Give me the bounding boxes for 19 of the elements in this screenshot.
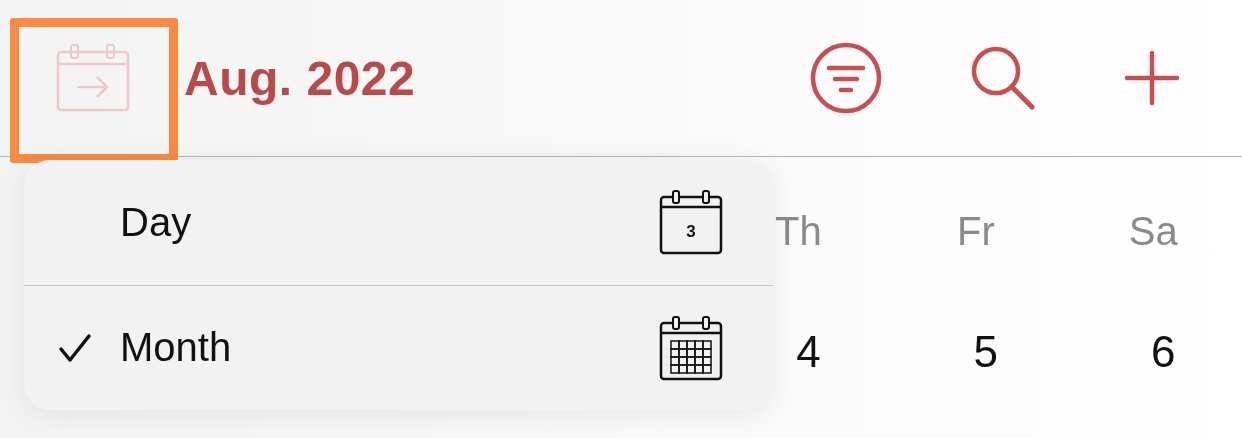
filter-button[interactable] [810,42,882,114]
month-title: Aug. 2022 [184,50,416,106]
search-icon [970,45,1036,111]
date-number[interactable]: 5 [953,327,999,377]
search-button[interactable] [970,45,1036,111]
menu-item-label: Month [120,325,232,371]
menu-item-label: Day [120,199,192,245]
date-number[interactable]: 4 [776,327,821,377]
add-button[interactable] [1124,50,1180,106]
date-number[interactable]: 6 [1131,327,1176,377]
calendar-month-icon [659,314,723,381]
add-icon [1124,50,1180,106]
weekday-label: Sa [1128,209,1178,255]
calendar-arrow-icon [55,42,131,114]
weekday-label: Fr [956,209,995,255]
filter-icon [810,42,882,114]
menu-item[interactable]: Day 3 [24,160,773,285]
weekday-label: Th [775,209,822,255]
menu-item[interactable]: Month [24,284,773,410]
